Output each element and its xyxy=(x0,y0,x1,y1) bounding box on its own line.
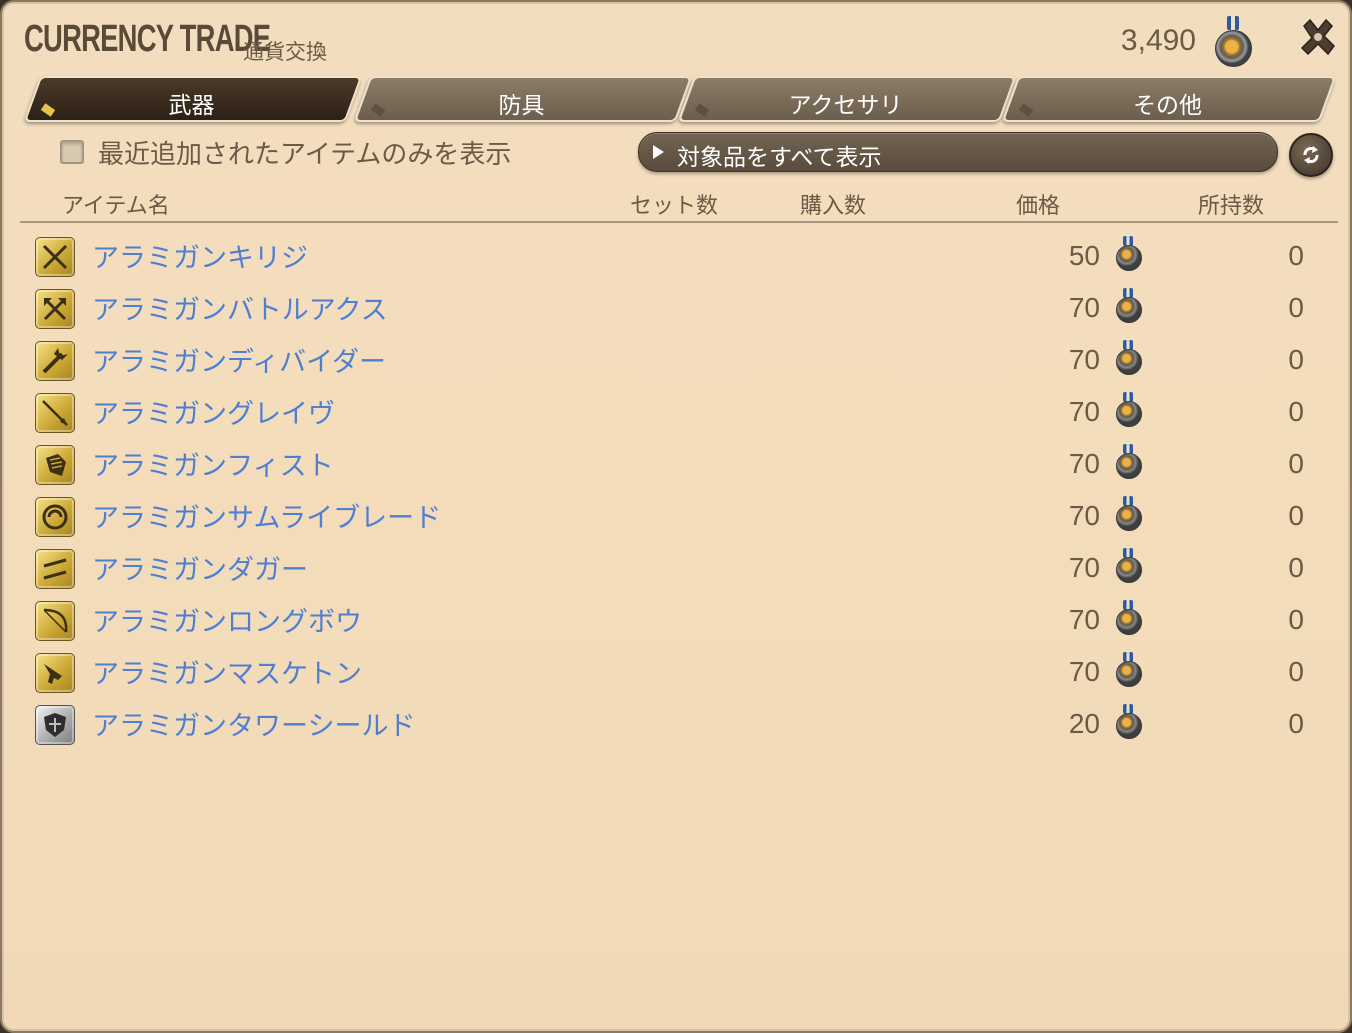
item-name: アラミガンタワーシールド xyxy=(92,711,416,742)
list-item[interactable]: アラミガンダガー 70 0 xyxy=(2,544,1350,596)
gear-icon[interactable] xyxy=(1296,16,1340,60)
tab-other[interactable]: その他 xyxy=(1001,76,1337,122)
list-item[interactable]: アラミガンバトルアクス 70 0 xyxy=(2,284,1350,336)
item-name: アラミガンサムライブレード xyxy=(92,503,442,534)
window-subtitle: 通貨交換 xyxy=(243,40,327,64)
dropdown-value: 対象品をすべて表示 xyxy=(677,145,882,171)
item-price: 70 xyxy=(1068,448,1100,479)
item-owned-count: 0 xyxy=(1288,344,1304,375)
item-name: アラミガンフィスト xyxy=(92,451,334,482)
dagger-icon xyxy=(35,549,75,589)
item-name: アラミガングレイヴ xyxy=(92,399,335,430)
item-owned-count: 0 xyxy=(1288,448,1304,479)
axe-icon xyxy=(35,289,75,329)
item-filter-dropdown[interactable]: 対象品をすべて表示 xyxy=(638,132,1278,172)
tab-label: その他 xyxy=(1133,93,1203,119)
medal-icon xyxy=(1115,652,1142,688)
medal-icon xyxy=(1115,236,1142,272)
katana-icon xyxy=(35,497,75,537)
item-price: 70 xyxy=(1068,552,1100,583)
medal-icon xyxy=(1115,600,1142,636)
list-item[interactable]: アラミガンサムライブレード 70 0 xyxy=(2,492,1350,544)
play-arrow-icon xyxy=(653,145,664,159)
window-title: CURRENCY TRADE xyxy=(24,18,271,60)
title-bar[interactable]: CURRENCY TRADE 通貨交換 3,490 xyxy=(2,2,1350,74)
tab-label: アクセサリ xyxy=(788,93,903,119)
recent-items-label: 最近追加されたアイテムのみを表示 xyxy=(98,140,512,170)
refresh-button[interactable] xyxy=(1289,133,1333,177)
tab-label: 武器 xyxy=(168,93,215,119)
fist-icon xyxy=(35,445,75,485)
item-name: アラミガンディバイダー xyxy=(92,347,387,378)
refresh-icon xyxy=(1303,146,1319,164)
list-item[interactable]: アラミガンフィスト 70 0 xyxy=(2,440,1350,492)
tab-label: 防具 xyxy=(498,93,545,119)
item-name: アラミガンダガー xyxy=(92,555,308,586)
medal-icon xyxy=(1115,704,1142,740)
list-item[interactable]: アラミガンタワーシールド 20 0 xyxy=(2,700,1350,752)
header-divider xyxy=(20,221,1338,223)
item-price: 50 xyxy=(1068,240,1100,271)
item-price: 70 xyxy=(1068,396,1100,427)
header-price[interactable]: 価格 xyxy=(1016,188,1060,220)
list-item[interactable]: アラミガンロングボウ 70 0 xyxy=(2,596,1350,648)
item-price: 70 xyxy=(1068,500,1100,531)
header-owned[interactable]: 所持数 xyxy=(1198,188,1264,220)
header-purchase-count[interactable]: 購入数 xyxy=(800,188,866,220)
item-price: 20 xyxy=(1068,708,1100,739)
item-name: アラミガンバトルアクス xyxy=(92,295,388,326)
item-owned-count: 0 xyxy=(1288,500,1304,531)
item-price: 70 xyxy=(1068,604,1100,635)
tab-weapons[interactable]: 武器 xyxy=(23,76,363,122)
header-item-name[interactable]: アイテム名 xyxy=(62,188,170,220)
item-name: アラミガンマスケトン xyxy=(92,659,362,690)
item-owned-count: 0 xyxy=(1288,240,1304,271)
medal-icon xyxy=(1115,392,1142,428)
list-item[interactable]: アラミガンディバイダー 70 0 xyxy=(2,336,1350,388)
shield-icon xyxy=(35,705,75,745)
medal-icon xyxy=(1115,444,1142,480)
lance-icon xyxy=(35,393,75,433)
item-price: 70 xyxy=(1068,344,1100,375)
medal-icon xyxy=(1115,496,1142,532)
column-headers: アイテム名 セット数 購入数 価格 所持数 xyxy=(2,186,1350,222)
header-set-count[interactable]: セット数 xyxy=(630,188,718,220)
item-name: アラミガンロングボウ xyxy=(92,607,362,638)
medal-icon xyxy=(1214,16,1252,67)
gun-icon xyxy=(35,653,75,693)
item-owned-count: 0 xyxy=(1288,292,1304,323)
sword-icon xyxy=(35,237,75,277)
item-owned-count: 0 xyxy=(1288,708,1304,739)
item-price: 70 xyxy=(1068,656,1100,687)
bow-icon xyxy=(35,601,75,641)
tab-accessories[interactable]: アクセサリ xyxy=(677,76,1017,122)
item-price: 70 xyxy=(1068,292,1100,323)
item-owned-count: 0 xyxy=(1288,396,1304,427)
currency-balance: 3,490 xyxy=(1120,24,1196,57)
medal-icon xyxy=(1115,548,1142,584)
item-owned-count: 0 xyxy=(1288,552,1304,583)
currency-trade-window: CURRENCY TRADE 通貨交換 3,490 武器 防具 アクセサリ その… xyxy=(0,0,1352,1033)
gunblade-icon xyxy=(35,341,75,381)
tab-armor[interactable]: 防具 xyxy=(353,76,693,122)
category-tabs: 武器 防具 アクセサリ その他 xyxy=(23,76,1338,122)
medal-icon xyxy=(1115,340,1142,376)
medal-icon xyxy=(1115,288,1142,324)
list-item[interactable]: アラミガンマスケトン 70 0 xyxy=(2,648,1350,700)
list-item[interactable]: アラミガングレイヴ 70 0 xyxy=(2,388,1350,440)
item-owned-count: 0 xyxy=(1288,656,1304,687)
item-owned-count: 0 xyxy=(1288,604,1304,635)
recent-items-checkbox[interactable] xyxy=(60,140,84,164)
list-item[interactable]: アラミガンキリジ 50 0 xyxy=(2,232,1350,284)
item-name: アラミガンキリジ xyxy=(92,243,308,274)
